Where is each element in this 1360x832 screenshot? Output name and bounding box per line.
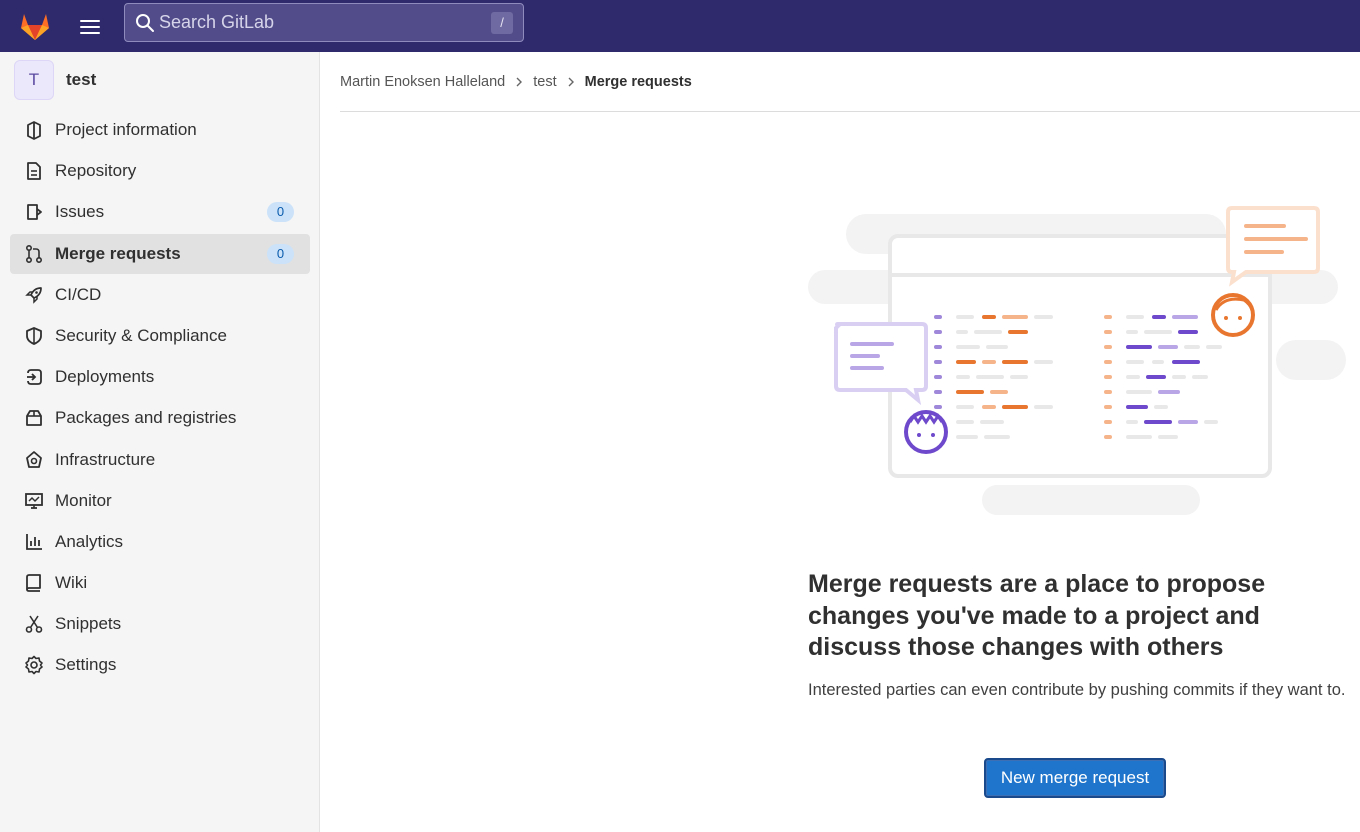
breadcrumb-user[interactable]: Martin Enoksen Halleland (340, 74, 505, 90)
sidebar-item-label: Analytics (55, 531, 124, 551)
merge-requests-count-badge: 0 (267, 243, 294, 264)
sidebar-item-label: Wiki (55, 573, 88, 593)
search-input[interactable] (159, 4, 479, 41)
breadcrumb-current[interactable]: Merge requests (585, 74, 692, 90)
sidebar-item-project-information[interactable]: Project information (10, 110, 310, 150)
sidebar-item-label: Monitor (55, 490, 112, 510)
sidebar-item-label: Settings (55, 655, 117, 675)
menu-icon[interactable] (76, 12, 104, 40)
rocket-icon (25, 286, 42, 304)
sidebar-item-repository[interactable]: Repository (10, 151, 310, 191)
monitor-icon (25, 492, 43, 509)
project-icon (27, 121, 41, 140)
package-icon (26, 410, 42, 427)
gitlab-logo-icon[interactable] (16, 6, 54, 44)
sidebar-item-ci-cd[interactable]: CI/CD (10, 275, 310, 315)
sidebar-item-settings[interactable]: Settings (10, 645, 310, 685)
sidebar-item-merge-requests[interactable]: Merge requests 0 (10, 233, 310, 274)
search-shortcut-key: / (491, 12, 513, 34)
chevron-right-icon (516, 77, 523, 87)
sidebar-item-label: Project information (55, 120, 197, 139)
book-icon (26, 574, 41, 592)
issues-icon (27, 204, 42, 221)
search-box[interactable]: / (124, 3, 524, 42)
issues-count-badge: 0 (267, 202, 294, 223)
breadcrumb-project[interactable]: test (533, 74, 556, 90)
project-name: test (66, 70, 97, 89)
document-icon (27, 162, 41, 181)
sidebar-item-label: Issues (55, 202, 105, 222)
project-header[interactable]: T test (14, 60, 304, 100)
scissors-icon (25, 615, 43, 634)
cloud-gear-icon (26, 450, 42, 468)
sidebar-item-security-compliance[interactable]: Security & Compliance (10, 316, 310, 356)
sidebar-item-analytics[interactable]: Analytics (10, 522, 310, 562)
search-icon (136, 14, 154, 32)
merge-requests-illustration (808, 206, 1346, 515)
empty-state-title: Merge requests are a place to propose ch… (808, 570, 1266, 661)
empty-state-description: Interested parties can even contribute b… (808, 681, 1346, 699)
sidebar-item-snippets[interactable]: Snippets (10, 604, 310, 644)
shield-icon (26, 327, 42, 345)
breadcrumb: Martin Enoksen Halleland test Merge requ… (340, 70, 692, 94)
merge-request-icon (25, 244, 43, 263)
project-avatar: T (14, 60, 54, 100)
settings-icon (25, 656, 43, 675)
deployments-icon (27, 369, 42, 386)
sidebar-item-packages-registries[interactable]: Packages and registries (10, 398, 310, 438)
sidebar: T test Project information Repository Is… (0, 52, 320, 832)
sidebar-item-monitor[interactable]: Monitor (10, 481, 310, 521)
sidebar-item-issues[interactable]: Issues 0 (10, 192, 310, 232)
sidebar-item-label: CI/CD (55, 284, 102, 304)
sidebar-nav: Project information Repository Issues 0 (10, 110, 310, 687)
sidebar-item-label: Deployments (55, 367, 155, 387)
sidebar-item-label: Packages and registries (55, 408, 237, 428)
chevron-right-icon (568, 77, 574, 87)
sidebar-item-label: Infrastructure (55, 449, 156, 469)
sidebar-item-wiki[interactable]: Wiki (10, 563, 310, 603)
sidebar-item-label: Repository (55, 161, 137, 181)
chart-icon (26, 533, 42, 550)
sidebar-item-infrastructure[interactable]: Infrastructure (10, 440, 310, 480)
sidebar-item-deployments[interactable]: Deployments (10, 357, 310, 397)
sidebar-item-label: Snippets (55, 614, 122, 634)
top-navbar: / (0, 0, 1360, 52)
sidebar-item-label: Security & Compliance (55, 325, 227, 345)
new-merge-request-button[interactable]: New merge request (984, 758, 1166, 798)
sidebar-item-label: Merge requests (55, 243, 181, 263)
breadcrumb-divider (340, 111, 1360, 112)
